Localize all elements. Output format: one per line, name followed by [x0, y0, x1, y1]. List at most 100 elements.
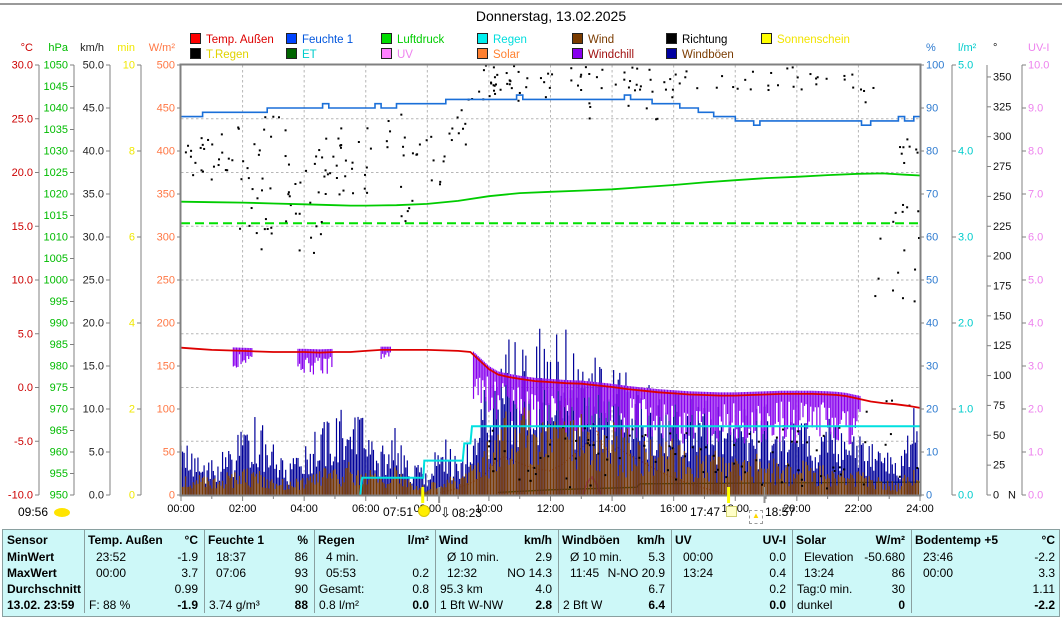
svg-text:2: 2	[129, 404, 135, 416]
svg-text:1025: 1025	[44, 167, 68, 179]
table-row-label: MaxWert	[7, 565, 57, 581]
x-axis: 00:0002:0004:0006:0008:0010:0012:0014:00…	[167, 495, 934, 515]
svg-text:125: 125	[993, 340, 1011, 352]
svg-text:9.0: 9.0	[1028, 103, 1043, 115]
svg-text:6: 6	[129, 232, 135, 244]
svg-text:1045: 1045	[44, 81, 68, 93]
svg-text:16:00: 16:00	[660, 503, 688, 515]
table-cell-value: 86	[792, 565, 905, 581]
table-column-unit: °C	[911, 532, 1055, 548]
table-cell-value: 2.8	[435, 597, 552, 613]
table-cell-value: 30	[792, 581, 905, 597]
svg-text:24:00: 24:00	[906, 503, 934, 515]
sun-moon-time-moon: 09:56	[18, 505, 70, 523]
svg-text:300: 300	[157, 232, 175, 244]
axis-unit-UV-I: UV-I	[1028, 42, 1049, 54]
svg-text:20.0: 20.0	[83, 318, 104, 330]
svg-text:450: 450	[157, 103, 175, 115]
table-column-unit: °C	[84, 532, 198, 548]
svg-text:10: 10	[123, 60, 135, 72]
svg-text:50: 50	[163, 447, 175, 459]
table-cell-value: 3.3	[911, 565, 1055, 581]
svg-text:0: 0	[926, 490, 932, 502]
svg-text:8: 8	[129, 146, 135, 158]
svg-text:12:00: 12:00	[537, 503, 565, 515]
svg-text:2.0: 2.0	[1028, 404, 1043, 416]
svg-text:5.0: 5.0	[1028, 275, 1043, 287]
table-cell-value: 0	[792, 597, 905, 613]
svg-text:35.0: 35.0	[83, 189, 104, 201]
svg-text:150: 150	[157, 361, 175, 373]
svg-text:15.0: 15.0	[83, 361, 104, 373]
svg-text:30: 30	[926, 361, 938, 373]
svg-text:N: N	[1008, 490, 1016, 502]
table-cell-value: 93	[204, 565, 308, 581]
svg-text:04:00: 04:00	[290, 503, 318, 515]
svg-text:10.0: 10.0	[1028, 60, 1049, 72]
svg-text:955: 955	[50, 468, 68, 480]
svg-text:10.0: 10.0	[12, 275, 33, 287]
axis-unit-min: min	[117, 42, 135, 54]
svg-text:5.0: 5.0	[89, 447, 104, 459]
table-row-label: MinWert	[7, 549, 54, 565]
svg-text:350: 350	[993, 71, 1011, 83]
table-cell-value: 6.7	[558, 581, 665, 597]
svg-text:7.0: 7.0	[1028, 189, 1043, 201]
svg-text:0.0: 0.0	[1028, 490, 1043, 502]
sun-moon-time-label: 18:57	[765, 505, 795, 519]
table-cell-value: -2.2	[911, 597, 1055, 613]
chart-plot-area[interactable]: 30.025.020.015.010.05.00.0-5.0-10.0°C105…	[0, 0, 1062, 617]
svg-text:0: 0	[169, 490, 175, 502]
table-cell-value: NO 14.3	[435, 565, 552, 581]
svg-text:985: 985	[50, 339, 68, 351]
svg-text:6.0: 6.0	[1028, 232, 1043, 244]
sunset-square-icon	[726, 506, 737, 517]
sensor-table: SensorMinWertMaxWertDurchschnitt13.02. 2…	[2, 529, 1060, 617]
table-cell-value: -2.2	[911, 549, 1055, 565]
sun-moon-time-moonrise-square: ▲18:57	[749, 505, 795, 523]
weather-day-chart-window: Donnerstag, 13.02.2025 Temp. AußenFeucht…	[0, 0, 1062, 617]
table-cell-value: N-NO 20.9	[558, 565, 665, 581]
svg-text:20: 20	[926, 404, 938, 416]
table-cell-value: 0.4	[671, 565, 786, 581]
svg-text:50.0: 50.0	[83, 60, 104, 72]
svg-text:1015: 1015	[44, 210, 68, 222]
svg-text:400: 400	[157, 146, 175, 158]
svg-text:0.0: 0.0	[89, 490, 104, 502]
table-row-label: Durchschnitt	[7, 581, 81, 597]
svg-text:1005: 1005	[44, 253, 68, 265]
svg-text:250: 250	[157, 275, 175, 287]
sun-moon-time-label: 07:51	[383, 505, 413, 519]
svg-text:0.0: 0.0	[958, 490, 973, 502]
svg-text:200: 200	[157, 318, 175, 330]
svg-text:5.0: 5.0	[18, 328, 33, 340]
svg-text:22:00: 22:00	[845, 503, 873, 515]
table-cell-value: 6.4	[558, 597, 665, 613]
table-cell-value: -1.9	[84, 549, 198, 565]
axis-unit-°C: °C	[21, 42, 33, 54]
svg-text:30.0: 30.0	[12, 60, 33, 72]
svg-text:1.0: 1.0	[1028, 447, 1043, 459]
svg-text:50: 50	[993, 430, 1005, 442]
axis-unit-hPa: hPa	[48, 42, 68, 54]
sun-moon-time-arrow-down: ⇩08:23	[432, 505, 482, 523]
svg-text:0: 0	[129, 490, 135, 502]
axis-%: 1009080706050403020100%	[920, 42, 944, 502]
table-cell-info: 4 min.	[326, 549, 359, 565]
axis-°C: 30.025.020.015.010.05.00.0-5.0-10.0°C	[8, 42, 39, 502]
svg-text:300: 300	[993, 131, 1011, 143]
axis-l/m²: 5.04.03.02.01.00.0l/m²	[952, 42, 977, 502]
svg-text:4.0: 4.0	[1028, 318, 1043, 330]
svg-text:175: 175	[993, 280, 1011, 292]
sun-moon-time-label: 09:56	[18, 505, 48, 519]
svg-text:250: 250	[993, 191, 1011, 203]
svg-text:70: 70	[926, 189, 938, 201]
axis-unit-W/m²: W/m²	[149, 42, 176, 54]
axis-unit-l/m²: l/m²	[958, 42, 977, 54]
table-cell-value: 90	[204, 581, 308, 597]
svg-text:1030: 1030	[44, 146, 68, 158]
sun-icon	[418, 505, 430, 517]
svg-text:100: 100	[926, 60, 944, 72]
svg-text:-5.0: -5.0	[14, 436, 33, 448]
svg-text:350: 350	[157, 189, 175, 201]
